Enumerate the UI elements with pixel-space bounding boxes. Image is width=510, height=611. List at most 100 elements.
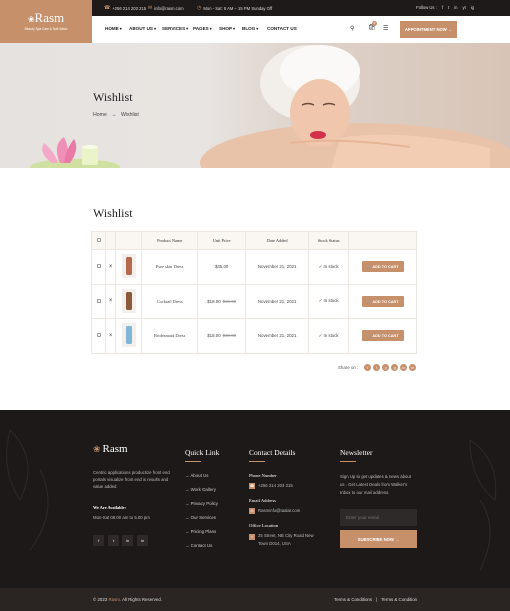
- appointment-button[interactable]: APPOINTMENT NOW →: [400, 21, 457, 38]
- mail-icon[interactable]: m: [409, 364, 417, 371]
- stock-status: ✓ In stock: [307, 283, 350, 319]
- footer-legal-links: Terms & Conditions | Terms & Condition: [334, 597, 418, 602]
- product-name[interactable]: Bridesmaid Dress: [141, 318, 198, 354]
- copyright-brand-link[interactable]: Rasm: [108, 597, 119, 602]
- nav-pages[interactable]: PAGES▾: [193, 26, 212, 31]
- unit-price: $18.00 $20.00: [196, 283, 247, 319]
- topbar-email[interactable]: ✉ info@rasm.com: [148, 5, 184, 11]
- table-header-row: Product Name Unit Price Date Added Stock…: [90, 231, 417, 250]
- menu-icon[interactable]: ☰: [383, 25, 388, 32]
- contact-details-title: Contact Details: [249, 448, 296, 457]
- footer-phone[interactable]: +256 214 203 215: [258, 483, 293, 489]
- add-to-cart-button[interactable]: 🛒 ADD TO CART: [361, 295, 404, 307]
- linkedin-icon[interactable]: in: [454, 5, 457, 10]
- heading-underline: [249, 461, 265, 462]
- linkedin-icon[interactable]: in: [400, 364, 408, 371]
- row-checkbox[interactable]: [90, 318, 107, 354]
- footer-link-gallery[interactable]: → Work Gallery: [185, 487, 216, 492]
- lotus-candle-image: [30, 137, 120, 168]
- breadcrumb-home[interactable]: Home: [93, 112, 107, 118]
- breadcrumb-arrow-icon: →: [111, 112, 117, 118]
- nav-contact[interactable]: CONTACT US: [267, 26, 297, 31]
- mail-icon: ✉: [148, 5, 153, 11]
- twitter-icon[interactable]: t: [373, 364, 381, 371]
- remove-icon[interactable]: ×: [105, 283, 117, 319]
- nav-home[interactable]: HOME▾: [105, 26, 122, 31]
- footer-link-privacy[interactable]: → Privacy Policy: [185, 501, 218, 506]
- header-product-name: Product Name: [141, 231, 198, 250]
- select-all-checkbox[interactable]: [90, 231, 107, 250]
- email-label: Email Address: [249, 498, 276, 503]
- remove-icon[interactable]: ×: [105, 249, 117, 285]
- logo[interactable]: ❀Rasm Beauty Spa Care & Nail Salon: [0, 0, 92, 43]
- add-to-cart-button[interactable]: 🛒 ADD TO CART: [361, 261, 404, 273]
- facebook-icon[interactable]: f: [93, 535, 104, 546]
- product-name[interactable]: Pure skin Dress: [141, 249, 198, 285]
- footer-link-pricing[interactable]: → Pricing Plans: [185, 529, 216, 534]
- bottle-icon: [125, 257, 132, 276]
- terms-link-2[interactable]: Terms & Condition: [381, 597, 417, 602]
- table-row: × Bridesmaid Dress $18.00 $30.00 November…: [90, 318, 417, 354]
- linkedin-icon[interactable]: in: [122, 535, 133, 546]
- cart-icon[interactable]: 🛍 0: [368, 21, 377, 31]
- twitter-icon[interactable]: t: [448, 5, 449, 10]
- share-bar: Share on : f t p g in m: [338, 364, 417, 371]
- footer-link-services[interactable]: → Our Services: [185, 515, 216, 520]
- caret-down-icon: ▾: [119, 26, 122, 31]
- nav-shop[interactable]: SHOP▾: [219, 26, 235, 31]
- twitter-icon[interactable]: t: [108, 535, 119, 546]
- product-thumbnail[interactable]: [115, 318, 143, 354]
- product-thumbnail[interactable]: [115, 283, 143, 319]
- footer-logo[interactable]: ❀ Rasm: [93, 443, 128, 455]
- newsletter-text-1: Sign Up to get updates & news about: [340, 474, 411, 479]
- footer-about: Centric applications productize front en…: [93, 470, 170, 489]
- product-name[interactable]: Cocktail Dress: [141, 283, 198, 319]
- product-thumbnail[interactable]: [115, 249, 143, 285]
- newsletter-email-input[interactable]: [340, 509, 417, 526]
- nav-about[interactable]: ABOUT US▾: [129, 26, 156, 31]
- footer-office-line2: Town D014, USA: [258, 541, 291, 546]
- terms-link[interactable]: Terms & Conditions: [334, 597, 372, 602]
- footer-email[interactable]: Rasminfo@taalar.com: [258, 508, 300, 514]
- header-stock-status: Stock Status: [307, 231, 350, 250]
- row-checkbox[interactable]: [90, 283, 107, 319]
- facebook-icon[interactable]: f: [364, 364, 372, 371]
- topbar-hours: ◷ Mon - Sat: 8 AM – 15 PM Sunday Off: [197, 5, 273, 11]
- phone-icon: ☎: [104, 5, 111, 11]
- stock-status: ✓ In stock: [307, 249, 350, 285]
- newsletter-title: Newsletter: [340, 448, 373, 457]
- caret-down-icon: ▾: [154, 26, 157, 31]
- nav-blog[interactable]: BLOG▾: [242, 26, 258, 31]
- caret-down-icon: ▾: [186, 26, 189, 31]
- breadcrumb: Home → Wishlist: [93, 112, 139, 118]
- facebook-icon[interactable]: f: [442, 5, 443, 10]
- row-checkbox[interactable]: [90, 249, 107, 285]
- footer-link-about[interactable]: → About Us: [185, 473, 208, 478]
- nav-services[interactable]: SERVICES▾: [162, 26, 188, 31]
- pinterest-icon[interactable]: p: [382, 364, 390, 371]
- youtube-icon[interactable]: yt: [462, 5, 465, 10]
- newsletter-text-2: us . Get Latest Deals from Walker's: [340, 482, 408, 487]
- instagram-icon[interactable]: ig: [471, 5, 474, 10]
- main-nav: HOME▾ ABOUT US▾ SERVICES▾ PAGES▾ SHOP▾ B…: [92, 16, 510, 43]
- add-to-cart-button[interactable]: 🛒 ADD TO CART: [361, 330, 404, 342]
- date-added: November 21, 2021: [245, 249, 309, 285]
- header-remove: [105, 231, 117, 250]
- search-icon[interactable]: ⚲: [350, 25, 354, 32]
- date-added: November 21, 2021: [245, 318, 309, 354]
- heading-underline: [340, 461, 356, 462]
- topbar-phone[interactable]: ☎ +256 214 203 215: [104, 5, 146, 11]
- page-banner: Wishlist Home → Wishlist: [0, 43, 510, 168]
- location-icon: ⌖: [249, 534, 255, 540]
- footer-link-contact[interactable]: → Contact Us: [185, 543, 212, 548]
- subscribe-button[interactable]: SUBSCRIBE NOW →: [340, 530, 417, 548]
- stock-status: ✓ In stock: [307, 318, 350, 354]
- table-row: × Cocktail Dress $18.00 $20.00 November 2…: [90, 283, 417, 319]
- newsletter-text-3: Inbox to our mail address.: [340, 490, 390, 495]
- instagram-icon[interactable]: in: [137, 535, 148, 546]
- spa-woman-image: [200, 45, 510, 168]
- google-icon[interactable]: g: [391, 364, 399, 371]
- remove-icon[interactable]: ×: [105, 318, 117, 354]
- quick-link-title: Quick Link: [185, 448, 220, 457]
- bottle-icon: [125, 326, 132, 345]
